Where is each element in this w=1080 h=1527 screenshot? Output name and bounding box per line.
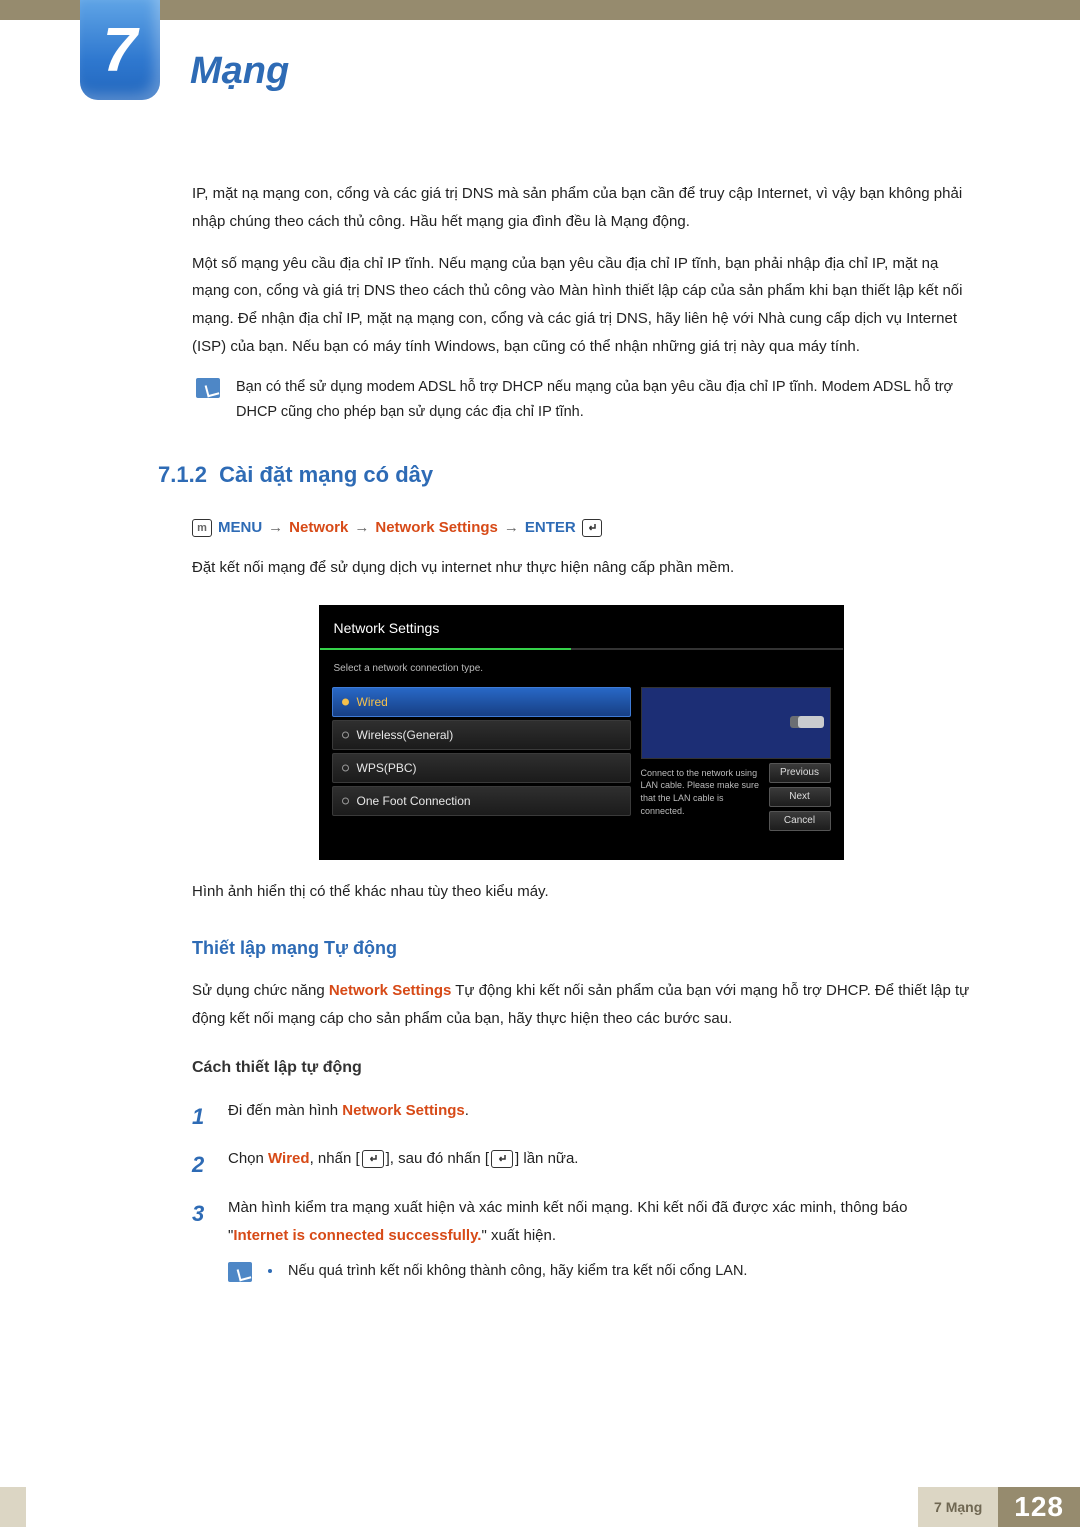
step-number: 1 — [192, 1097, 214, 1138]
step-1: 1 Đi đến màn hình Network Settings. — [192, 1097, 970, 1138]
ui-item-label: Wireless(General) — [357, 724, 454, 746]
radio-icon — [342, 797, 349, 804]
enter-button-icon — [582, 519, 602, 537]
section-number: 7.1.2 — [158, 462, 207, 487]
radio-icon — [342, 698, 349, 705]
step-note-text: Nếu quá trình kết nối không thành công, … — [288, 1259, 747, 1284]
bc-arrow-1: → — [268, 514, 283, 542]
bc-arrow-2: → — [354, 514, 369, 542]
chapter-number: 7 — [103, 15, 137, 86]
note-text-1: Bạn có thể sử dụng modem ADSL hỗ trợ DHC… — [236, 375, 970, 426]
howto-steps: 1 Đi đến màn hình Network Settings. 2 Ch… — [192, 1097, 970, 1250]
step-number: 3 — [192, 1194, 214, 1250]
step-2: 2 Chọn Wired, nhấn [], sau đó nhấn [] lầ… — [192, 1145, 970, 1186]
ui-item-label: One Foot Connection — [357, 790, 471, 812]
ui-item-wireless[interactable]: Wireless(General) — [332, 720, 631, 750]
ui-item-onefoot[interactable]: One Foot Connection — [332, 786, 631, 816]
paragraph-2: Một số mạng yêu cầu địa chỉ IP tĩnh. Nếu… — [192, 250, 970, 361]
ui-title: Network Settings — [320, 606, 843, 648]
enter-button-icon — [491, 1150, 513, 1168]
note-block-1: Bạn có thể sử dụng modem ADSL hỗ trợ DHC… — [196, 375, 970, 426]
footer-page-number: 128 — [998, 1487, 1080, 1527]
footer-label: 7 Mạng — [918, 1487, 998, 1527]
ui-item-label: Wired — [357, 691, 388, 713]
ui-connection-list: Wired Wireless(General) WPS(PBC) One Foo… — [332, 687, 631, 827]
note-icon — [228, 1262, 252, 1282]
footer: 7 Mạng 128 — [918, 1487, 1080, 1527]
section-description: Đặt kết nối mạng để sử dụng dịch vụ inte… — [192, 554, 970, 582]
radio-icon — [342, 731, 349, 738]
bc-network: Network — [289, 514, 348, 542]
ui-previous-button[interactable]: Previous — [769, 763, 831, 783]
network-settings-ui: Network Settings Select a network connec… — [319, 605, 844, 860]
header-band — [0, 0, 1080, 20]
step-3: 3 Màn hình kiểm tra mạng xuất hiện và xá… — [192, 1194, 970, 1250]
step-note: Nếu quá trình kết nối không thành công, … — [228, 1259, 970, 1284]
menu-breadcrumb: m MENU → Network → Network Settings → EN… — [192, 514, 970, 542]
ui-divider — [320, 648, 843, 650]
enter-button-icon — [362, 1150, 384, 1168]
auto-setup-paragraph: Sử dụng chức năng Network Settings Tự độ… — [192, 977, 970, 1033]
radio-icon — [342, 764, 349, 771]
ui-next-button[interactable]: Next — [769, 787, 831, 807]
howto-heading: Cách thiết lập tự động — [192, 1053, 970, 1083]
paragraph-1: IP, mặt nạ mạng con, cổng và các giá trị… — [192, 180, 970, 236]
ui-item-wps[interactable]: WPS(PBC) — [332, 753, 631, 783]
chapter-tab: 7 — [80, 0, 160, 100]
bc-enter: ENTER — [525, 514, 576, 542]
ui-item-wired[interactable]: Wired — [332, 687, 631, 717]
bullet-icon — [268, 1269, 272, 1273]
ui-illustration — [641, 687, 831, 759]
step-number: 2 — [192, 1145, 214, 1186]
bc-network-settings: Network Settings — [375, 514, 498, 542]
footer-left-stripe — [0, 1487, 26, 1527]
bc-arrow-3: → — [504, 514, 519, 542]
section-title: Cài đặt mạng có dây — [219, 462, 433, 487]
hl-network-settings: Network Settings — [329, 982, 452, 999]
section-heading: 7.1.2 Cài đặt mạng có dây — [158, 455, 970, 496]
auto-setup-heading: Thiết lập mạng Tự động — [192, 932, 970, 965]
note-icon — [196, 378, 220, 398]
hl-internet-connected: Internet is connected successfully. — [233, 1227, 481, 1244]
hl-wired: Wired — [268, 1150, 310, 1167]
ui-description: Connect to the network using LAN cable. … — [641, 768, 760, 816]
ui-hint: Select a network connection type. — [320, 660, 843, 687]
ui-item-label: WPS(PBC) — [357, 757, 417, 779]
menu-button-icon: m — [192, 519, 212, 537]
ui-description-wrap: Connect to the network using LAN cable. … — [641, 767, 831, 827]
bc-menu: MENU — [218, 514, 262, 542]
hl-network-settings: Network Settings — [342, 1102, 465, 1119]
ui-caption: Hình ảnh hiển thị có thể khác nhau tùy t… — [192, 878, 970, 906]
ui-cancel-button[interactable]: Cancel — [769, 811, 831, 831]
chapter-title: Mạng — [190, 50, 289, 93]
